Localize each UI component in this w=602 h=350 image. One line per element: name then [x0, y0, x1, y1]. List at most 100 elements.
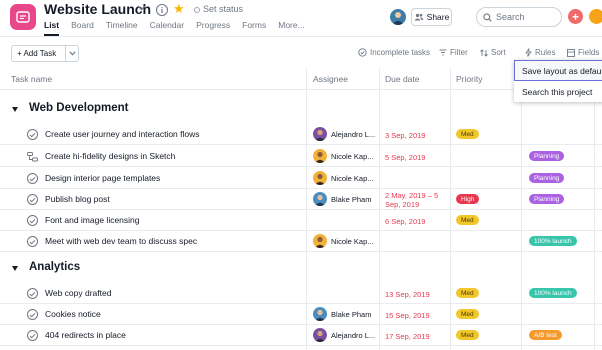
collapse-triangle-icon[interactable] [12, 266, 18, 271]
check-circle-icon[interactable] [27, 194, 38, 205]
due-date[interactable]: 2 May, 2019 – 5 Sep, 2019 [385, 191, 449, 209]
task-assignee[interactable]: Alejandro L... [313, 328, 375, 342]
due-date[interactable]: 13 Sep, 2019 [385, 290, 430, 299]
tab-list[interactable]: List [44, 20, 60, 36]
task-assignee[interactable]: Alejandro L... [313, 127, 375, 141]
task-row[interactable]: Font and image licensing 6 Sep, 2019 Med [0, 210, 602, 231]
task-row[interactable]: Web copy drafted 13 Sep, 2019 Med 100% l… [0, 283, 602, 304]
tag-badge[interactable]: Planning [529, 173, 565, 183]
task-name[interactable]: 404 redirects in place [45, 330, 126, 340]
rules-button[interactable]: Rules [525, 48, 555, 57]
task-name[interactable]: Font and image licensing [45, 215, 140, 225]
task-name[interactable]: Meet with web dev team to discuss spec [45, 236, 197, 246]
due-date[interactable]: 17 Sep, 2019 [385, 332, 430, 341]
member-avatar[interactable] [390, 9, 406, 25]
priority-badge[interactable]: Med [456, 330, 479, 340]
star-icon[interactable]: ★ [173, 1, 185, 17]
task-row[interactable]: Design interior page templates Nicole Ka… [0, 168, 602, 189]
check-circle-icon[interactable] [27, 129, 38, 140]
task-assignee[interactable]: Nicole Kap... [313, 171, 374, 185]
task-assignee[interactable]: Blake Pham [313, 192, 371, 206]
collapse-triangle-icon[interactable] [12, 107, 18, 112]
column-header-priority[interactable]: Priority [456, 74, 482, 84]
due-date[interactable]: 15 Sep, 2019 [385, 311, 430, 320]
assignee-name: Nicole Kap... [331, 151, 374, 161]
due-date[interactable]: 3 Sep, 2019 [385, 131, 425, 140]
priority-badge[interactable]: Med [456, 215, 479, 225]
priority-badge[interactable]: Med [456, 288, 479, 298]
task-name[interactable]: Cookies notice [45, 309, 101, 319]
tag-badge[interactable]: 100% launch [529, 236, 577, 246]
search-box[interactable] [476, 7, 562, 27]
check-circle-icon[interactable] [27, 236, 38, 247]
save-layout-as-default-menu-item[interactable]: Save layout as default [514, 60, 602, 81]
incomplete-tasks-label: Incomplete tasks [370, 48, 431, 57]
assignee-name: Nicole Kap... [331, 236, 374, 246]
status-dot-icon [194, 7, 200, 13]
sort-button[interactable]: Sort [480, 48, 506, 57]
avatar [313, 328, 327, 342]
info-icon[interactable]: i [156, 4, 168, 16]
check-circle-icon[interactable] [27, 330, 38, 341]
set-status-button[interactable]: Set status [203, 4, 243, 14]
due-date[interactable]: 6 Sep, 2019 [385, 217, 425, 226]
search-input[interactable] [496, 12, 554, 22]
header-divider [0, 36, 602, 37]
task-assignee[interactable]: Nicole Kap... [313, 149, 374, 163]
task-row[interactable]: Create user journey and interaction flow… [0, 124, 602, 145]
check-circle-icon[interactable] [27, 288, 38, 299]
task-name[interactable]: Publish blog post [45, 194, 110, 204]
quick-add-button[interactable]: + [568, 9, 583, 24]
task-row[interactable]: Create hi-fidelity designs in Sketch Nic… [0, 146, 602, 167]
tab-progress[interactable]: Progress [196, 20, 230, 36]
help-icon[interactable] [589, 9, 602, 24]
rules-label: Rules [535, 48, 556, 57]
check-circle-icon[interactable] [27, 215, 38, 226]
task-name[interactable]: Design interior page templates [45, 173, 160, 183]
priority-badge[interactable]: Med [456, 129, 479, 139]
due-date[interactable]: 5 Sep, 2019 [385, 153, 425, 162]
task-name[interactable]: Create hi-fidelity designs in Sketch [45, 151, 175, 161]
check-circle-icon[interactable] [27, 173, 38, 184]
priority-badge[interactable]: High [456, 194, 480, 204]
section-header-web-development[interactable]: Web Development [0, 99, 602, 121]
assignee-name: Blake Pham [331, 309, 372, 319]
avatar [313, 234, 327, 248]
tab-board[interactable]: Board [71, 20, 94, 36]
column-header-task-name[interactable]: Task name [11, 74, 52, 84]
task-assignee[interactable]: Blake Pham [313, 307, 371, 321]
tag-badge[interactable]: 100% launch [529, 288, 577, 298]
tab-timeline[interactable]: Timeline [106, 20, 138, 36]
tab-more[interactable]: More... [278, 20, 304, 36]
task-name[interactable]: Web copy drafted [45, 288, 111, 298]
tab-forms[interactable]: Forms [242, 20, 266, 36]
tag-badge[interactable]: Planning [529, 151, 565, 161]
tab-calendar[interactable]: Calendar [150, 20, 185, 36]
incomplete-tasks-button[interactable]: Incomplete tasks [358, 48, 430, 57]
section-header-analytics[interactable]: Analytics [0, 258, 602, 280]
search-icon [483, 12, 492, 22]
task-row[interactable]: 404 redirects in place Alejandro L... 17… [0, 325, 602, 346]
priority-badge[interactable]: Med [456, 309, 479, 319]
column-header-due-date[interactable]: Due date [385, 74, 420, 84]
column-header-assignee[interactable]: Assignee [313, 74, 348, 84]
tag-badge[interactable]: Planning [529, 194, 565, 204]
fields-button[interactable]: Fields [567, 48, 599, 57]
project-logo-icon[interactable] [10, 4, 36, 30]
project-menu-chevron-icon[interactable] [137, 5, 146, 11]
task-assignee[interactable]: Nicole Kap... [313, 234, 374, 248]
filter-button[interactable]: Filter [439, 48, 468, 57]
assignee-name: Alejandro L... [331, 129, 376, 139]
add-task-button[interactable]: + Add Task [11, 45, 79, 62]
task-row[interactable]: Publish blog post Blake Pham 2 May, 2019… [0, 189, 602, 210]
task-row[interactable]: Meet with web dev team to discuss spec N… [0, 231, 602, 252]
tag-badge[interactable]: A/B test [529, 330, 562, 340]
subtask-icon[interactable] [27, 151, 38, 162]
task-row[interactable]: Cookies notice Blake Pham 15 Sep, 2019 M… [0, 304, 602, 325]
search-this-project-menu-item[interactable]: Search this project [514, 81, 602, 102]
share-button[interactable]: Share [411, 8, 452, 26]
add-task-dropdown-chevron-icon[interactable] [66, 46, 78, 61]
task-name[interactable]: Create user journey and interaction flow… [45, 129, 200, 139]
lightning-icon [525, 48, 532, 57]
check-circle-icon[interactable] [27, 309, 38, 320]
